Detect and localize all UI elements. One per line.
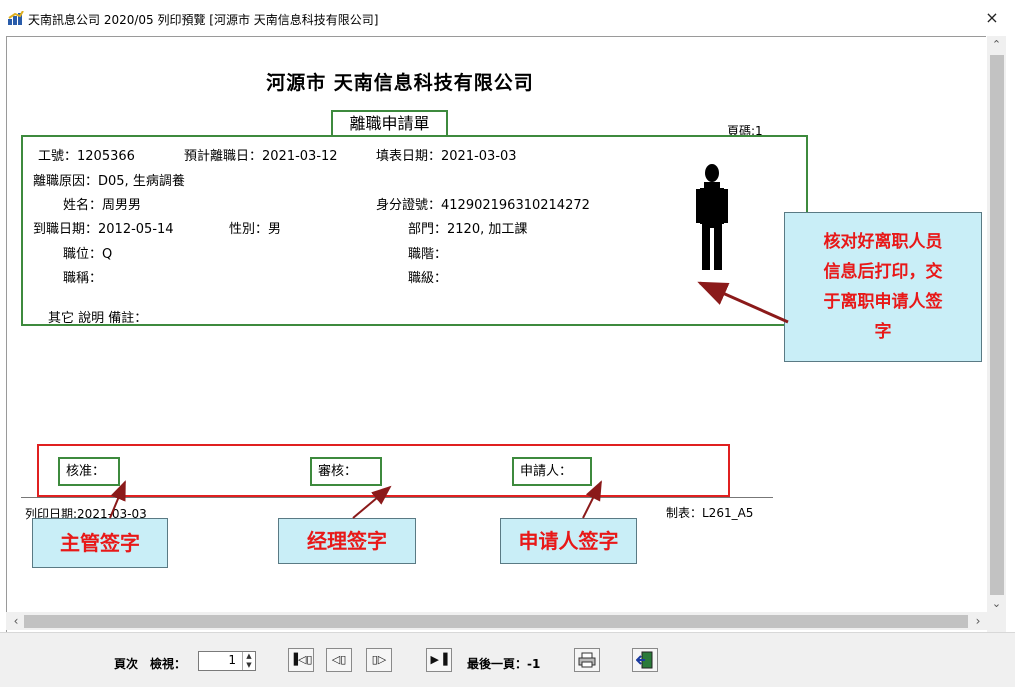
scroll-right-icon[interactable]: › (970, 612, 986, 630)
exit-button[interactable] (632, 648, 658, 672)
applicant-signature-label: 申請人： (512, 457, 592, 486)
callout-line: 信息后打印，交 (823, 262, 943, 282)
supervisor-sign-callout: 主管签字 (32, 518, 168, 568)
view-label: 檢視： (150, 657, 187, 671)
field-emp-no: 工號：1205366 (38, 149, 135, 164)
form-title: 離職申請單 (331, 110, 448, 137)
review-signature-label: 審核： (310, 457, 382, 486)
person-silhouette-icon (696, 164, 728, 270)
callout-line: 核对好离职人员 (823, 232, 943, 252)
field-gender: 性別：男 (229, 222, 282, 237)
callout-line: 于离职申请人签 (823, 292, 943, 312)
field-hire-date: 到職日期：2012-05-14 (33, 222, 174, 237)
page-label: 頁次 (114, 657, 139, 671)
applicant-sign-callout: 申请人签字 (500, 518, 637, 564)
approve-signature-label: 核准： (58, 457, 120, 486)
last-page-button[interactable]: ▶▐ (426, 648, 452, 672)
manager-sign-callout: 经理签字 (278, 518, 416, 564)
spinner-arrows-icon[interactable]: ▲ ▼ (242, 652, 255, 670)
app-icon (8, 11, 24, 25)
field-remarks: 其它 說明 備註： (48, 311, 148, 326)
prev-page-button[interactable]: ◁▯ (326, 648, 352, 672)
print-button[interactable] (574, 648, 600, 672)
scroll-down-icon[interactable]: ⌄ (987, 597, 1006, 613)
field-department: 部門：2120, 加工課 (408, 222, 528, 237)
horizontal-scroll-thumb[interactable] (24, 615, 968, 628)
print-instruction-callout: 核对好离职人员 信息后打印，交 于离职申请人签 字 (784, 212, 982, 362)
last-page-icon: ▶▐ (430, 653, 448, 666)
scroll-left-icon[interactable]: ‹ (8, 612, 24, 630)
vertical-scroll-thumb[interactable] (990, 55, 1004, 595)
next-page-icon: ▯▷ (371, 653, 387, 666)
field-fill-date: 填表日期：2021-03-03 (376, 149, 517, 164)
field-name: 姓名：周男男 (63, 198, 142, 213)
window-title: 天南訊息公司 2020/05 列印預覽 [河源市 天南信息科技有限公司] (28, 13, 379, 27)
field-rank: 職階： (408, 247, 448, 262)
field-leave-reason: 離職原因：D05, 生病調養 (33, 174, 185, 189)
signature-box (37, 444, 730, 497)
company-name: 河源市 天南信息科技有限公司 (266, 72, 534, 94)
page-number-value[interactable]: 1 (200, 653, 236, 667)
prev-page-icon: ◁▯ (331, 653, 347, 666)
form-code: 制表：L261_A5 (666, 506, 754, 520)
printer-icon (578, 652, 596, 668)
footer-divider (21, 497, 773, 498)
field-planned-leave-date: 預計離職日：2021-03-12 (184, 149, 338, 164)
first-page-button[interactable]: ▐◁▯ (288, 648, 314, 672)
scroll-up-icon[interactable]: ⌃ (987, 38, 1006, 54)
first-page-icon: ▐◁▯ (289, 653, 313, 666)
close-button[interactable]: × (978, 6, 1006, 30)
exit-icon (635, 651, 653, 669)
field-position: 職位：Q (63, 247, 113, 262)
field-title: 職稱： (63, 271, 103, 286)
next-page-button[interactable]: ▯▷ (366, 648, 392, 672)
callout-line: 字 (874, 322, 892, 342)
field-grade: 職級： (408, 271, 448, 286)
field-id-number: 身分證號：412902196310214272 (376, 198, 590, 213)
last-page-label: 最後一頁：-1 (467, 657, 541, 671)
